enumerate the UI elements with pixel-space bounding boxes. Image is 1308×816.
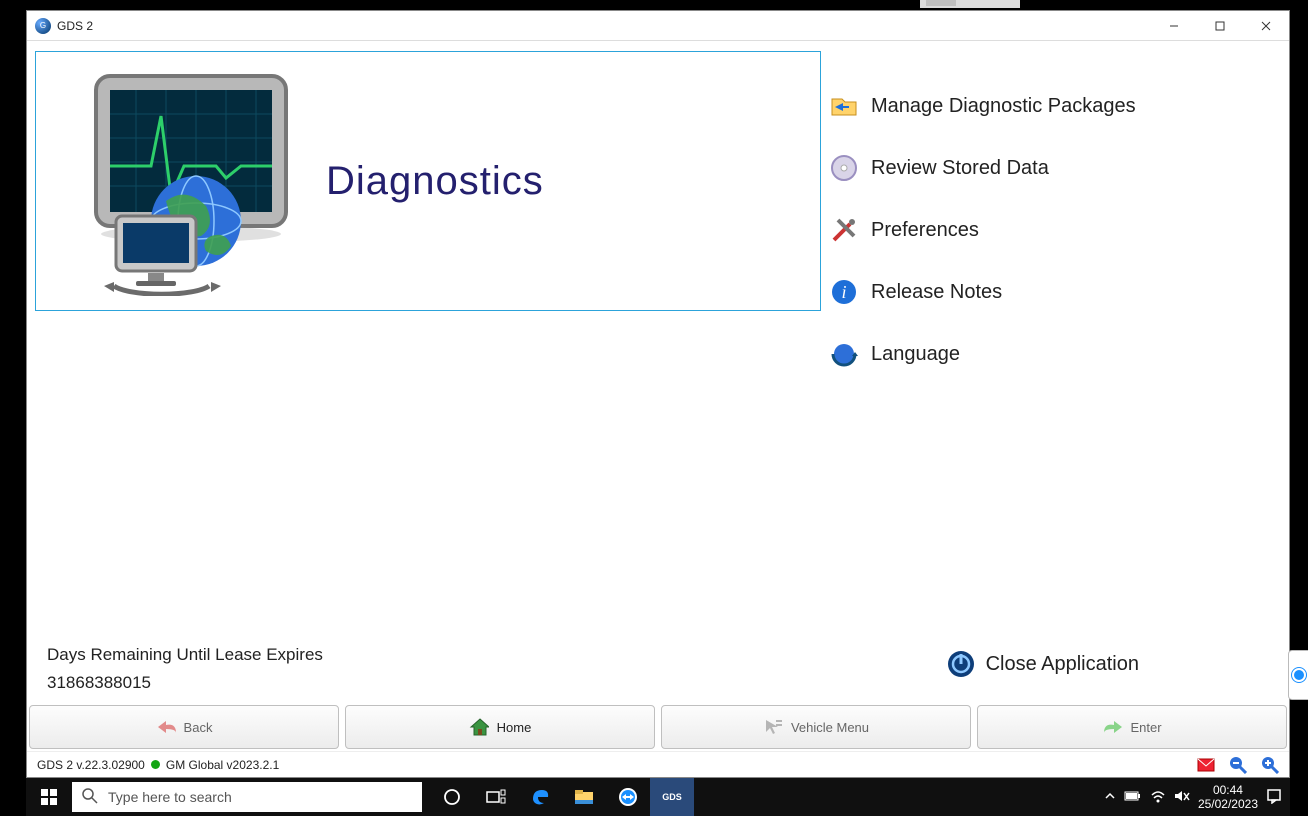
close-button[interactable] [1243,11,1289,40]
menu-close-application[interactable]: Close Application [946,649,1139,679]
app-icon: G [35,18,51,34]
volume-mute-icon[interactable] [1174,789,1190,806]
menu-manage-packages[interactable]: Manage Diagnostic Packages [829,91,1289,121]
button-label: Enter [1130,720,1161,735]
search-box[interactable]: Type here to search [72,782,422,812]
notifications-icon[interactable] [1266,788,1282,807]
search-icon [82,788,98,807]
content-area: Diagnostics Days Remaining Until Lease E… [27,41,1289,703]
button-label: Vehicle Menu [791,720,869,735]
back-arrow-icon [156,717,176,737]
tray-chevron-icon[interactable] [1104,790,1116,805]
taskbar: Type here to search GDS 00:44 25/02/2023 [26,778,1290,816]
diagnostics-illustration [66,66,306,296]
menu-language[interactable]: Language [829,339,1289,369]
svg-text:i: i [841,282,846,302]
titlebar: G GDS 2 [27,11,1289,41]
teamviewer-dot-icon [1292,668,1306,682]
system-tray: 00:44 25/02/2023 [1104,783,1290,812]
menu-label: Language [871,343,960,366]
status-dot-icon [151,760,160,769]
info-icon: i [829,277,859,307]
teamviewer-icon[interactable] [606,778,650,816]
forward-arrow-icon [1102,717,1122,737]
menu-release-notes[interactable]: i Release Notes [829,277,1289,307]
globe-refresh-icon [829,339,859,369]
app-window: G GDS 2 [26,10,1290,778]
button-label: Home [497,720,532,735]
vehicle-menu-button[interactable]: Vehicle Menu [661,705,971,749]
wifi-icon[interactable] [1150,789,1166,806]
enter-button[interactable]: Enter [977,705,1287,749]
lease-value: 31868388015 [47,673,323,693]
home-button[interactable]: Home [345,705,655,749]
power-icon [946,649,976,679]
right-menu: Manage Diagnostic Packages Review Stored… [829,41,1289,703]
window-title: GDS 2 [57,19,1151,33]
lease-label: Days Remaining Until Lease Expires [47,645,323,665]
edge-icon[interactable] [518,778,562,816]
window-controls [1151,11,1289,40]
menu-label: Preferences [871,219,979,242]
menu-label: Release Notes [871,281,1002,304]
time: 00:44 [1198,783,1258,797]
file-explorer-icon[interactable] [562,778,606,816]
tools-icon [829,215,859,245]
menu-preferences[interactable]: Preferences [829,215,1289,245]
menu-review-stored[interactable]: Review Stored Data [829,153,1289,183]
disc-icon [829,153,859,183]
diagnostics-card[interactable]: Diagnostics [35,51,821,311]
task-view-icon[interactable] [474,778,518,816]
gds-app-icon[interactable]: GDS [650,778,694,816]
left-pane: Diagnostics Days Remaining Until Lease E… [27,41,829,703]
diagnostics-title: Diagnostics [326,159,544,204]
date: 25/02/2023 [1198,797,1258,811]
folder-arrow-icon [829,91,859,121]
minimize-button[interactable] [1151,11,1197,40]
search-placeholder: Type here to search [108,789,232,805]
cortana-icon[interactable] [430,778,474,816]
start-button[interactable] [26,789,72,805]
lease-info: Days Remaining Until Lease Expires 31868… [47,645,323,693]
cursor-menu-icon [763,717,783,737]
app-version: GDS 2 v.22.3.02900 [37,758,145,772]
teamviewer-side-tab[interactable] [1288,650,1308,700]
maximize-button[interactable] [1197,11,1243,40]
clock[interactable]: 00:44 25/02/2023 [1198,783,1258,812]
zoom-out-icon[interactable] [1229,756,1247,774]
zoom-in-icon[interactable] [1261,756,1279,774]
back-button[interactable]: Back [29,705,339,749]
menu-label: Manage Diagnostic Packages [871,95,1136,118]
global-version: GM Global v2023.2.1 [166,758,279,772]
button-bar: Back Home Vehicle Menu Enter [27,703,1289,751]
battery-icon[interactable] [1124,790,1142,805]
top-artifact [926,0,956,6]
menu-label: Close Application [986,653,1139,676]
status-bar: GDS 2 v.22.3.02900 GM Global v2023.2.1 [27,751,1289,777]
menu-label: Review Stored Data [871,157,1049,180]
button-label: Back [184,720,213,735]
home-icon [469,717,489,737]
mail-error-icon[interactable] [1197,756,1215,774]
